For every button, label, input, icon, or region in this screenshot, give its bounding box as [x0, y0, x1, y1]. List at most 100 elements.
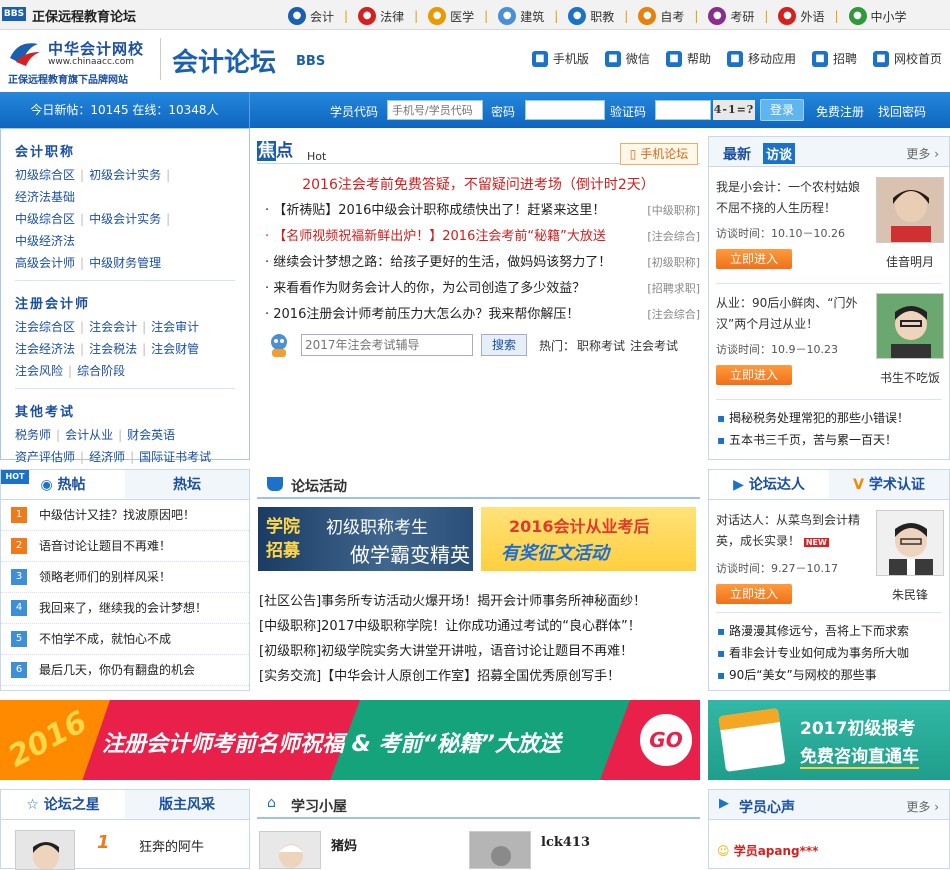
menu-link[interactable]: 国际证书考试: [139, 446, 211, 468]
mobile-forum-button[interactable]: ▯ 手机论坛: [620, 143, 698, 165]
interview-text[interactable]: 从业：90后小鲜肉、“门外汉”两个月过从业！: [716, 293, 866, 335]
expert-link[interactable]: ▪ 路漫漫其修远兮，吾将上下而求索: [717, 622, 909, 639]
student-code-input[interactable]: [387, 100, 483, 120]
menu-link[interactable]: 中级综合区: [15, 208, 75, 230]
logo[interactable]: 中华会计网校 www.chinaacc.com 正保远程教育旗下品牌网站: [8, 36, 153, 86]
password-input[interactable]: [525, 100, 605, 120]
focus-item-tag[interactable]: [中级职称]: [647, 198, 700, 224]
study-avatar[interactable]: [469, 831, 531, 869]
star-name[interactable]: 狂奔的阿牛: [139, 836, 204, 855]
interview-photo[interactable]: [876, 293, 944, 359]
header-link[interactable]: ■ 招聘: [811, 50, 857, 67]
hot-post-item[interactable]: 3 领略老师们的别样风采！: [1, 562, 249, 593]
focus-item-tag[interactable]: [初级职称]: [647, 250, 700, 276]
voice-user[interactable]: ☺ 学员apang***: [717, 842, 818, 859]
focus-item-title[interactable]: · 【名师视频祝福新鲜出炉！】2016注会考前“秘籍”大放送: [265, 224, 606, 250]
interview-photo[interactable]: [876, 177, 944, 243]
tab-forum-star[interactable]: ☆ 论坛之星: [1, 790, 125, 819]
hot-post-title[interactable]: 最后几天，你仍有翻盘的机会: [39, 655, 195, 686]
focus-item[interactable]: · 【名师视频祝福新鲜出炉！】2016注会考前“秘籍”大放送 [注会综合]: [265, 224, 700, 250]
essay-contest-banner[interactable]: 2016会计从业考后 有奖征文活动: [481, 507, 696, 571]
top-nav-item[interactable]: ● 医学: [428, 7, 474, 25]
activity-item[interactable]: [社区公告]事务所专访活动火爆开场！揭开会计师事务所神秘面纱！: [259, 589, 699, 614]
menu-link[interactable]: 注会会计: [89, 316, 137, 338]
menu-link[interactable]: 初级综合区: [15, 164, 75, 186]
menu-link[interactable]: 注会风险: [15, 360, 63, 382]
focus-item-tag[interactable]: [注会综合]: [647, 302, 700, 328]
hot-post-item[interactable]: 4 我回来了，继续我的会计梦想！: [1, 593, 249, 624]
focus-item-title[interactable]: · 2016注册会计师考前压力大怎么办？我来帮你解压！: [265, 302, 579, 328]
activity-item[interactable]: [实务交流]【中华会计人原创工作室】招募全国优秀原创写手！: [259, 664, 699, 689]
menu-link[interactable]: 注会审计: [151, 316, 199, 338]
top-nav-item[interactable]: ● 自考: [638, 7, 684, 25]
focus-item-title[interactable]: · 继续会计梦想之路：给孩子更好的生活，做妈妈该努力了！: [265, 250, 611, 276]
focus-item-tag[interactable]: [注会综合]: [647, 224, 700, 250]
interview-link[interactable]: ▪ 揭秘税务处理常犯的那些小错误！: [717, 409, 909, 426]
activity-item[interactable]: [中级职称]2017中级职称学院！让你成功通过考试的“良心群体”！: [259, 614, 699, 639]
top-nav-item[interactable]: ● 会计: [288, 7, 334, 25]
top-nav-item[interactable]: ● 职教: [568, 7, 614, 25]
hot-search-link[interactable]: 注会考试: [630, 337, 678, 354]
focus-search-input[interactable]: [301, 334, 473, 356]
focus-item-title[interactable]: · 【祈祷贴】2016中级会计职称成绩快出了！赶紧来这里！: [265, 198, 605, 224]
menu-link[interactable]: 经济师: [89, 446, 125, 468]
focus-item-tag[interactable]: [招聘求职]: [647, 276, 700, 302]
site-title[interactable]: 正保远程教育论坛: [32, 6, 136, 25]
hot-post-title[interactable]: 我回来了，继续我的会计梦想！: [39, 593, 207, 624]
menu-link[interactable]: 经济法基础: [15, 186, 75, 208]
activity-item[interactable]: [初级职称]初级学院实务大讲堂开讲啦，语音讨论让题目不再难！: [259, 639, 699, 664]
header-link[interactable]: ■ 手机版: [531, 50, 589, 67]
register-link[interactable]: 免费注册: [816, 103, 864, 120]
focus-search-button[interactable]: 搜索: [481, 334, 527, 356]
hot-post-item[interactable]: 5 不怕学不成，就怕心不成: [1, 624, 249, 655]
top-nav-item[interactable]: ● 建筑: [498, 7, 544, 25]
voice-more-link[interactable]: 更多 ›: [906, 798, 939, 815]
hot-post-title[interactable]: 不怕学不成，就怕心不成: [39, 624, 171, 655]
star-avatar[interactable]: [15, 830, 75, 870]
top-nav-item[interactable]: ● 考研: [708, 7, 754, 25]
menu-link[interactable]: 税务师: [15, 424, 51, 446]
menu-link[interactable]: 注会综合区: [15, 316, 75, 338]
menu-link[interactable]: 中级经济法: [15, 230, 75, 252]
hot-post-item[interactable]: 6 最后几天，你仍有翻盘的机会: [1, 655, 249, 686]
menu-link[interactable]: 高级会计师: [15, 252, 75, 274]
study-user[interactable]: 猪妈: [331, 835, 357, 854]
find-password-link[interactable]: 找回密码: [878, 103, 926, 120]
top-nav-item[interactable]: ● 法律: [358, 7, 404, 25]
tab-hot-forums[interactable]: 热坛: [125, 470, 249, 499]
expert-link[interactable]: ▪ 90后“美女”与网校的那些事: [717, 666, 877, 683]
go-button[interactable]: GO: [634, 708, 698, 772]
study-avatar[interactable]: [259, 831, 321, 869]
tab-forum-experts[interactable]: ▶ 论坛达人: [709, 470, 829, 499]
menu-link[interactable]: 资产评估师: [15, 446, 75, 468]
study-user[interactable]: lck413: [541, 835, 590, 850]
menu-link[interactable]: 中级会计实务: [89, 208, 161, 230]
tab-academic-cert[interactable]: V 学术认证: [829, 470, 949, 499]
enter-button[interactable]: 立即进入: [716, 365, 792, 385]
cpa-blessing-banner[interactable]: 2016 注册会计师考前名师祝福 & 考前“秘籍”大放送 GO: [0, 700, 700, 780]
enter-button[interactable]: 立即进入: [716, 249, 792, 269]
hot-post-title[interactable]: 领略老师们的别样风采！: [39, 562, 171, 593]
menu-link[interactable]: 财会英语: [127, 424, 175, 446]
menu-link[interactable]: 注会税法: [89, 338, 137, 360]
focus-item[interactable]: · 来看看作为财务会计人的你，为公司创造了多少效益？ [招聘求职]: [265, 276, 700, 302]
junior-registration-banner[interactable]: 2017初级报考 免费咨询直通车: [708, 700, 950, 780]
login-button[interactable]: 登录: [760, 99, 804, 121]
captcha-image[interactable]: 4-1=?: [713, 100, 755, 120]
header-link[interactable]: ■ 帮助: [665, 50, 711, 67]
enter-button[interactable]: 立即进入: [716, 584, 792, 604]
hot-post-title[interactable]: 中级估计又挂？找波原因吧！: [39, 500, 195, 531]
header-link[interactable]: ■ 移动应用: [726, 50, 796, 67]
academy-recruit-banner[interactable]: 学院招募 初级职称考生 做学霸变精英: [258, 507, 473, 571]
focus-headline[interactable]: 2016注会考前免费答疑，不留疑问进考场（倒计时2天）: [257, 174, 700, 194]
interviews-more-link[interactable]: 更多 ›: [906, 145, 939, 162]
captcha-input[interactable]: [655, 100, 711, 120]
expert-text[interactable]: 对话达人：从菜鸟到会计精英，成长实录！ NEW: [716, 510, 866, 553]
tab-moderators[interactable]: 版主风采: [125, 790, 249, 819]
header-link[interactable]: ■ 微信: [604, 50, 650, 67]
hot-search-link[interactable]: 职称考试: [577, 337, 625, 354]
interview-text[interactable]: 我是小会计：一个农村姑娘不屈不挠的人生历程！: [716, 177, 866, 219]
top-nav-item[interactable]: ● 中小学: [848, 7, 907, 25]
hot-post-item[interactable]: 2 语音讨论让题目不再难！: [1, 531, 249, 562]
focus-item-title[interactable]: · 来看看作为财务会计人的你，为公司创造了多少效益？: [265, 276, 585, 302]
